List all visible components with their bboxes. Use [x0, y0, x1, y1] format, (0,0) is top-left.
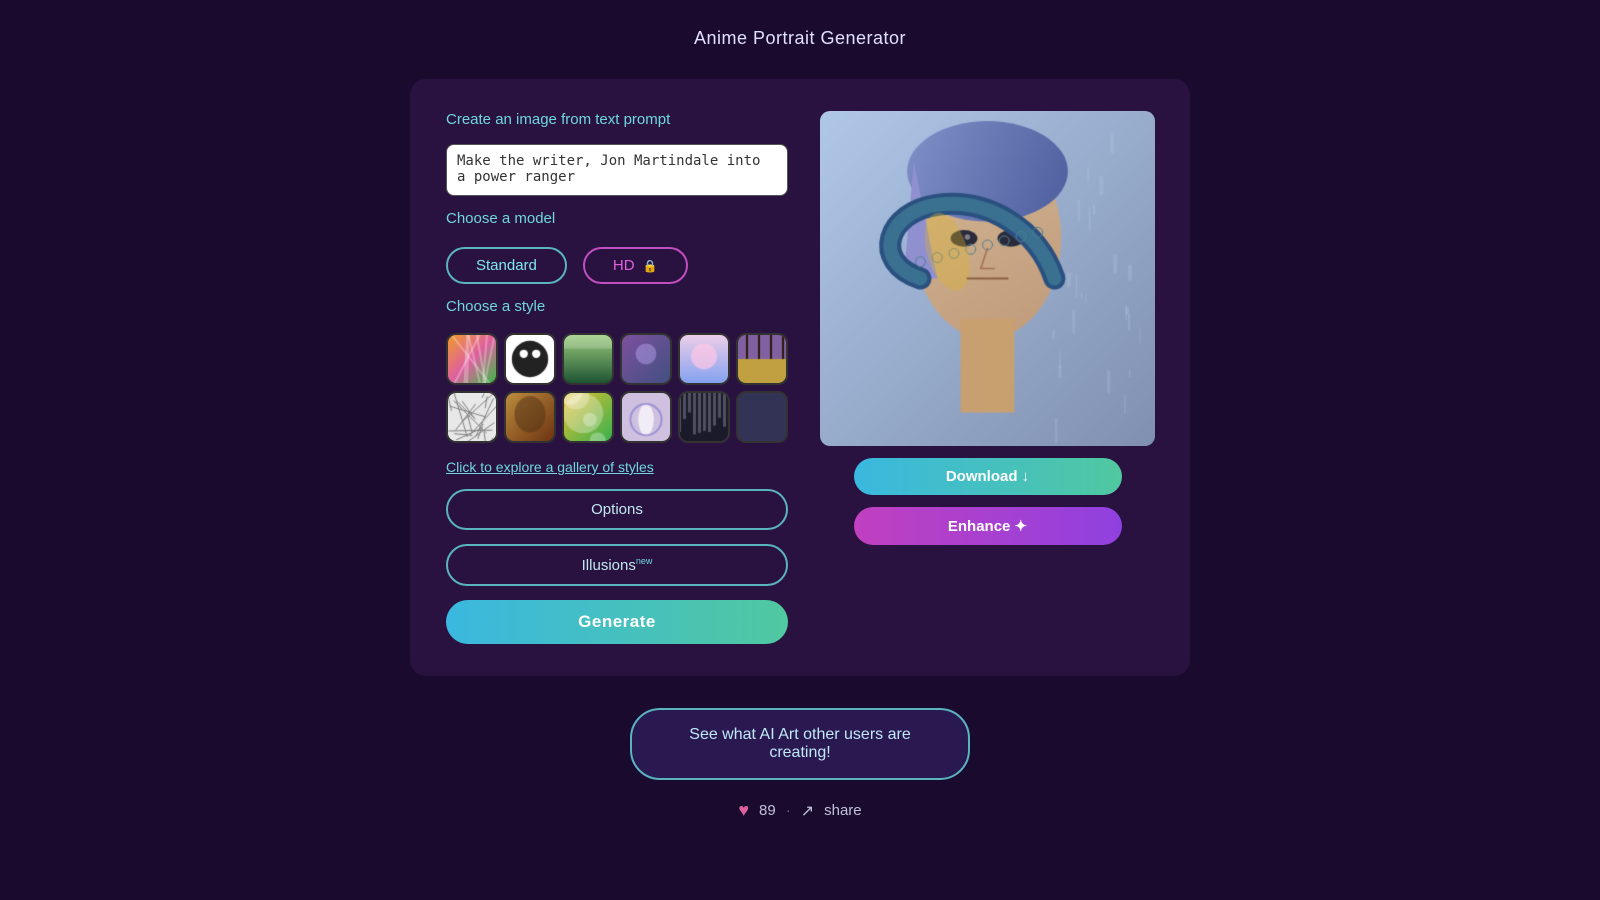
- generate-button[interactable]: Generate: [446, 600, 788, 644]
- enhance-button[interactable]: Enhance ✦: [854, 507, 1122, 545]
- dot-separator: ·: [786, 802, 791, 819]
- generated-image: [820, 111, 1155, 446]
- style-grid: [446, 333, 788, 443]
- share-label[interactable]: share: [824, 802, 862, 819]
- style-thumb[interactable]: [678, 333, 730, 385]
- style-thumb[interactable]: [504, 391, 556, 443]
- right-panel: Download ↓ Enhance ✦: [820, 111, 1155, 644]
- model-selector: Standard HD 🔒: [446, 247, 788, 284]
- lock-icon: 🔒: [643, 259, 658, 273]
- gallery-link[interactable]: Click to explore a gallery of styles: [446, 459, 788, 475]
- style-thumb[interactable]: [562, 333, 614, 385]
- prompt-input[interactable]: [446, 144, 788, 196]
- style-thumb[interactable]: [562, 391, 614, 443]
- model-hd-button[interactable]: HD 🔒: [583, 247, 688, 284]
- style-thumb[interactable]: [446, 391, 498, 443]
- page-title: Anime Portrait Generator: [694, 0, 906, 69]
- community-button[interactable]: See what AI Art other users are creating…: [630, 708, 970, 780]
- bottom-section: See what AI Art other users are creating…: [0, 708, 1600, 821]
- download-button[interactable]: Download ↓: [854, 458, 1122, 495]
- left-panel: Create an image from text prompt Choose …: [446, 111, 788, 644]
- model-section-label: Choose a model: [446, 210, 788, 227]
- model-standard-button[interactable]: Standard: [446, 247, 567, 284]
- like-count: 89: [759, 802, 776, 819]
- style-thumb[interactable]: [620, 391, 672, 443]
- style-thumb[interactable]: [446, 333, 498, 385]
- style-thumb[interactable]: [736, 391, 788, 443]
- social-row: ♥ 89 · ↗ share: [738, 800, 861, 821]
- style-thumb[interactable]: [678, 391, 730, 443]
- style-thumb[interactable]: [504, 333, 556, 385]
- like-icon[interactable]: ♥: [738, 800, 749, 821]
- share-icon[interactable]: ↗: [801, 801, 814, 821]
- prompt-section-label: Create an image from text prompt: [446, 111, 788, 128]
- options-button[interactable]: Options: [446, 489, 788, 530]
- style-section-label: Choose a style: [446, 298, 788, 315]
- style-thumb[interactable]: [620, 333, 672, 385]
- main-card: Create an image from text prompt Choose …: [410, 79, 1190, 676]
- style-thumb[interactable]: [736, 333, 788, 385]
- illusions-button[interactable]: Illusionsnew: [446, 544, 788, 586]
